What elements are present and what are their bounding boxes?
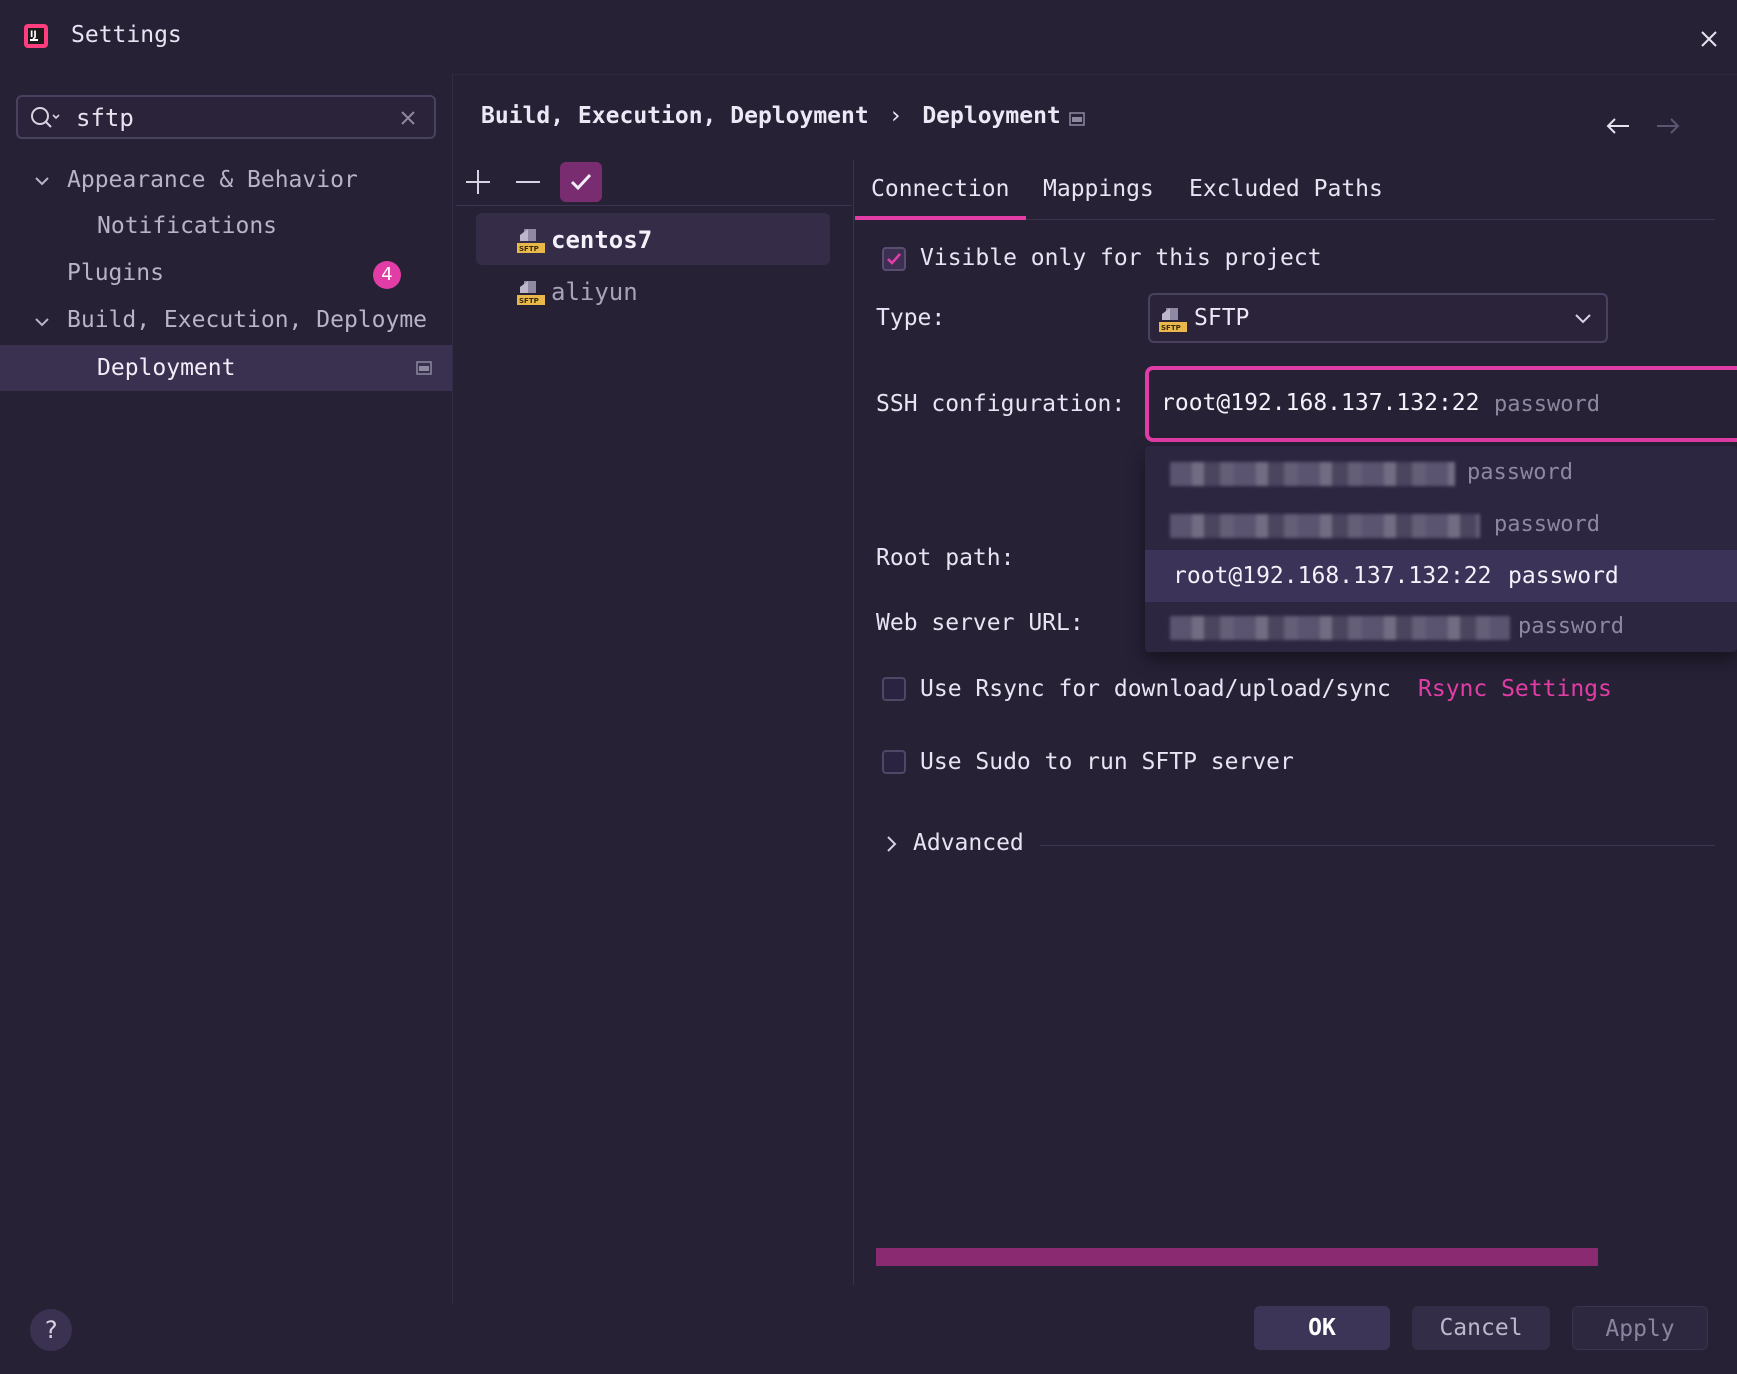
visible-only-checkbox[interactable] xyxy=(882,247,906,271)
set-default-button[interactable] xyxy=(560,162,602,202)
chevron-down-icon[interactable] xyxy=(33,313,51,331)
tab-mappings[interactable]: Mappings xyxy=(1043,176,1154,202)
active-tab-indicator xyxy=(855,216,1026,220)
plugins-update-badge: 4 xyxy=(373,261,401,289)
visible-only-label: Visible only for this project xyxy=(920,245,1322,271)
breadcrumb-current: Deployment xyxy=(922,103,1061,129)
arrow-forward-icon[interactable] xyxy=(1653,112,1683,140)
progress-bar xyxy=(876,1248,1598,1266)
tree-item-deployment[interactable]: Deployment xyxy=(97,355,235,381)
breadcrumb-separator: › xyxy=(888,103,903,129)
chevron-right-icon[interactable] xyxy=(884,834,900,854)
tab-excluded-paths[interactable]: Excluded Paths xyxy=(1189,176,1383,202)
sftp-server-icon: SFTP xyxy=(517,281,545,305)
root-path-label: Root path: xyxy=(876,545,1015,571)
project-settings-icon xyxy=(416,361,432,375)
check-icon xyxy=(887,253,901,265)
ok-button[interactable]: OK xyxy=(1254,1306,1390,1350)
advanced-section-toggle[interactable]: Advanced xyxy=(913,830,1024,856)
sftp-server-icon: SFTP xyxy=(1159,308,1187,332)
intellij-logo-icon: IJ xyxy=(24,24,48,48)
type-label: Type: xyxy=(876,305,946,331)
ssh-configuration-combobox[interactable]: root@192.168.137.132:22 password xyxy=(1145,366,1737,442)
use-sudo-label: Use Sudo to run SFTP server xyxy=(920,749,1294,775)
breadcrumb: Build, Execution, Deployment › Deploymen… xyxy=(481,103,1061,129)
advanced-separator xyxy=(1040,845,1715,846)
clear-search-icon[interactable] xyxy=(398,108,418,128)
tree-item-notifications[interactable]: Notifications xyxy=(97,213,277,239)
web-server-url-label: Web server URL: xyxy=(876,610,1084,636)
help-button[interactable]: ? xyxy=(30,1309,72,1351)
ssh-option-redacted[interactable]: password xyxy=(1145,602,1737,654)
sftp-server-icon: SFTP xyxy=(517,229,545,253)
type-select[interactable]: SFTP SFTP xyxy=(1148,293,1608,343)
ssh-option-auth: password xyxy=(1494,512,1600,537)
tree-item-plugins[interactable]: Plugins xyxy=(67,260,164,286)
ssh-option-highlighted[interactable]: root@192.168.137.132:22 password xyxy=(1145,550,1737,602)
close-icon[interactable] xyxy=(1694,24,1724,54)
redacted-text xyxy=(1170,616,1510,640)
ssh-option-value: root@192.168.137.132:22 xyxy=(1173,563,1492,589)
ssh-configuration-value: root@192.168.137.132:22 xyxy=(1161,390,1480,416)
search-icon xyxy=(31,107,60,128)
chevron-down-icon[interactable] xyxy=(33,172,51,190)
ssh-configuration-label: SSH configuration: xyxy=(876,391,1126,417)
svg-text:SFTP: SFTP xyxy=(519,245,539,253)
project-settings-icon xyxy=(1069,112,1085,126)
svg-text:SFTP: SFTP xyxy=(519,297,539,305)
cancel-button[interactable]: Cancel xyxy=(1412,1306,1550,1350)
tree-item-appearance-behavior[interactable]: Appearance & Behavior xyxy=(67,167,358,193)
rsync-settings-link[interactable]: Rsync Settings xyxy=(1418,676,1612,702)
use-rsync-checkbox[interactable] xyxy=(882,677,906,701)
apply-button[interactable]: Apply xyxy=(1572,1306,1708,1350)
use-sudo-checkbox[interactable] xyxy=(882,750,906,774)
ssh-option-auth: password xyxy=(1518,614,1624,639)
panel-divider xyxy=(853,160,854,1285)
server-name-aliyun[interactable]: aliyun xyxy=(551,278,638,306)
ssh-option-redacted[interactable]: password xyxy=(1145,446,1737,498)
svg-text:SFTP: SFTP xyxy=(1161,324,1181,332)
type-select-value: SFTP xyxy=(1194,305,1250,331)
tab-connection[interactable]: Connection xyxy=(871,176,1009,202)
window-title: Settings xyxy=(71,22,182,48)
redacted-text xyxy=(1170,462,1455,486)
use-rsync-label: Use Rsync for download/upload/sync xyxy=(920,676,1391,702)
breadcrumb-parent[interactable]: Build, Execution, Deployment xyxy=(481,103,869,129)
ssh-option-redacted[interactable]: password xyxy=(1145,498,1737,550)
minus-icon[interactable] xyxy=(512,166,544,198)
check-icon xyxy=(570,173,592,191)
server-name-centos7[interactable]: centos7 xyxy=(551,226,652,254)
svg-text:IJ: IJ xyxy=(30,30,37,40)
redacted-text xyxy=(1170,514,1480,538)
title-bar xyxy=(0,0,1737,75)
search-input[interactable] xyxy=(74,100,378,136)
chevron-down-icon xyxy=(1575,314,1591,324)
ssh-auth-type: password xyxy=(1494,392,1600,417)
toolbar-divider xyxy=(456,205,852,206)
plus-icon[interactable] xyxy=(462,166,494,198)
ssh-option-auth: password xyxy=(1467,460,1573,485)
settings-sidebar xyxy=(0,74,453,1304)
arrow-back-icon[interactable] xyxy=(1603,112,1633,140)
tree-item-build-execution-deployment[interactable]: Build, Execution, Deployme xyxy=(67,307,427,333)
ssh-option-auth: password xyxy=(1508,563,1619,589)
